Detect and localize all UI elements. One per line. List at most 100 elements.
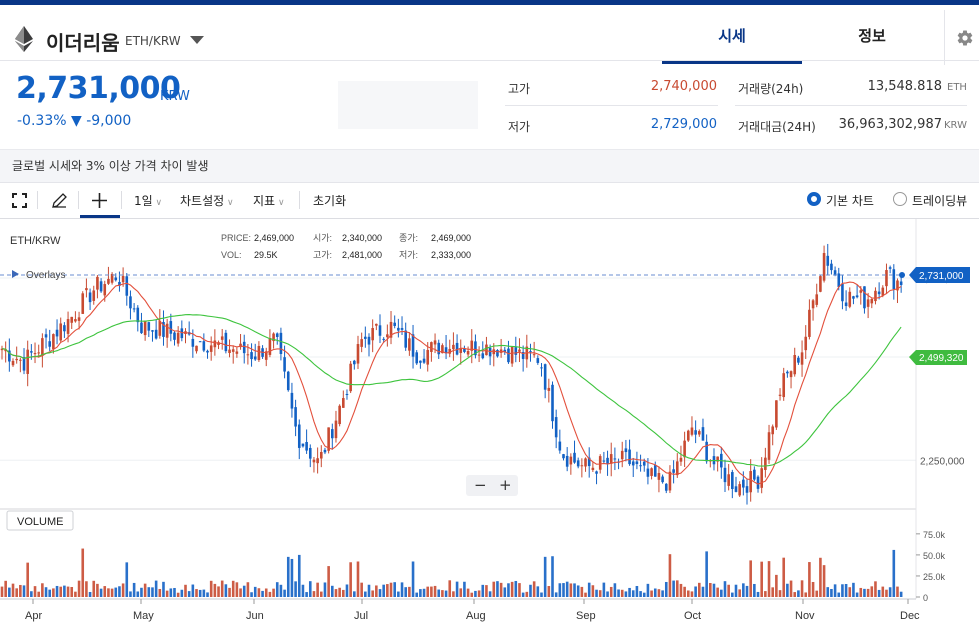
volume-bar <box>477 590 481 597</box>
volume-bar <box>749 560 752 597</box>
amount-label: 거래대금(24H) <box>738 120 816 134</box>
candle-body <box>749 471 752 493</box>
draw-pencil-icon[interactable] <box>51 192 68 209</box>
candle-body <box>800 352 804 365</box>
volume-bar <box>228 587 231 597</box>
candle-body <box>235 351 239 354</box>
volume-bar <box>257 588 261 597</box>
candle-body <box>562 454 565 459</box>
candle-body <box>408 338 411 351</box>
coin-header: 이더리움 ETH/KRW 시세 정보 <box>0 5 979 65</box>
coin-select-dropdown-icon[interactable] <box>190 36 204 45</box>
candle-body <box>143 320 147 336</box>
coin-name: 이더리움 <box>46 31 120 55</box>
volume-bar <box>793 592 797 597</box>
volume-bar <box>606 591 609 597</box>
volume-bar <box>598 590 602 597</box>
volume-bar <box>165 590 169 597</box>
basic-chart-label[interactable]: 기본 차트 <box>826 192 874 209</box>
candle-body <box>253 356 257 360</box>
chart-settings-menu[interactable]: 차트설정 ∨ <box>180 192 234 209</box>
volume-bar <box>397 591 400 597</box>
candle-body <box>532 354 536 356</box>
volume-bar <box>279 584 283 597</box>
volume-bar <box>386 584 389 597</box>
candlestick-chart[interactable]: AprMayJunJulAugSepOctNovDec 2,750,0002,2… <box>0 219 979 626</box>
reset-button[interactable]: 초기화 <box>313 192 346 209</box>
trading-view-label[interactable]: 트레이딩뷰 <box>912 192 967 209</box>
zoom-in-button[interactable]: + <box>499 476 512 494</box>
candle-body <box>536 358 540 363</box>
volume-bar <box>760 561 763 597</box>
price-chart[interactable]: AprMayJunJulAugSepOctNovDec 2,750,0002,2… <box>0 219 979 626</box>
candle-body <box>176 332 180 344</box>
candle-body <box>797 357 800 363</box>
volume-bar <box>859 587 863 597</box>
volume-bar <box>580 586 584 597</box>
candle-body <box>419 360 422 363</box>
overlays-toggle[interactable]: Overlays <box>12 270 65 281</box>
volume-bar <box>151 587 154 597</box>
candle-body <box>826 255 830 266</box>
volume-bar <box>888 587 892 597</box>
volume-bar <box>866 588 870 597</box>
low-value: 2,729,000 <box>650 117 717 132</box>
volume-bar <box>253 586 257 597</box>
fullscreen-icon[interactable] <box>12 193 27 208</box>
candle-body <box>624 448 628 453</box>
volume-bar <box>441 590 444 597</box>
volume-bar <box>499 582 503 597</box>
volume-bar <box>536 586 540 597</box>
volume-bar <box>301 584 305 597</box>
volume-bar <box>422 588 426 597</box>
candle-body <box>510 347 514 364</box>
zoom-out-button[interactable]: − <box>474 476 487 494</box>
candle-body <box>353 360 356 365</box>
candle-body <box>620 450 624 460</box>
candle-body <box>683 440 686 458</box>
volume-bar <box>356 561 360 597</box>
volume-bar <box>319 591 323 597</box>
candle-body <box>283 357 286 372</box>
volume-bar <box>96 583 99 597</box>
candle-body <box>415 352 419 364</box>
volume-bar <box>518 583 521 597</box>
volume-bar <box>551 556 554 597</box>
candle-body <box>411 334 415 357</box>
volume-bar <box>437 589 441 597</box>
tab-market-price[interactable]: 시세 <box>662 25 802 46</box>
candle-body <box>554 417 558 438</box>
basic-chart-radio[interactable] <box>807 192 821 206</box>
volume-bar <box>764 591 767 597</box>
candle-body <box>125 276 129 296</box>
candle-body <box>114 277 118 281</box>
candle-body <box>268 337 272 355</box>
candle-body <box>786 371 789 374</box>
trading-view-radio[interactable] <box>893 192 907 206</box>
candle-body <box>866 299 870 307</box>
candle-body <box>202 341 206 351</box>
volume-bar <box>400 582 404 597</box>
candle-body <box>342 398 345 408</box>
candle-body <box>569 456 573 465</box>
settings-button[interactable] <box>944 10 979 65</box>
volume-bar <box>833 584 837 597</box>
ohlc-legend: PRICE: 2,469,000 시가: 2,340,000 종가: 2,469… <box>221 233 471 260</box>
x-tick-label: Apr <box>25 610 42 622</box>
volume-bar <box>485 585 488 597</box>
tab-info[interactable]: 정보 <box>802 25 942 46</box>
volume-bar <box>804 592 808 597</box>
volume-bar <box>609 586 613 597</box>
volume-bar <box>716 587 719 597</box>
volume-bar <box>492 581 496 597</box>
volume-bar <box>863 588 866 597</box>
indicators-menu[interactable]: 지표 ∨ <box>253 192 285 209</box>
candle-body <box>668 471 672 491</box>
chart-toolbar: 1일 ∨ 차트설정 ∨ 지표 ∨ 초기화 기본 차트 트레이딩뷰 <box>0 182 979 219</box>
candle-body <box>580 465 584 467</box>
crosshair-icon[interactable] <box>92 193 107 208</box>
candle-body <box>191 338 195 347</box>
volume-bar <box>595 589 598 597</box>
interval-select[interactable]: 1일 ∨ <box>134 192 162 209</box>
candle-body <box>771 426 774 435</box>
